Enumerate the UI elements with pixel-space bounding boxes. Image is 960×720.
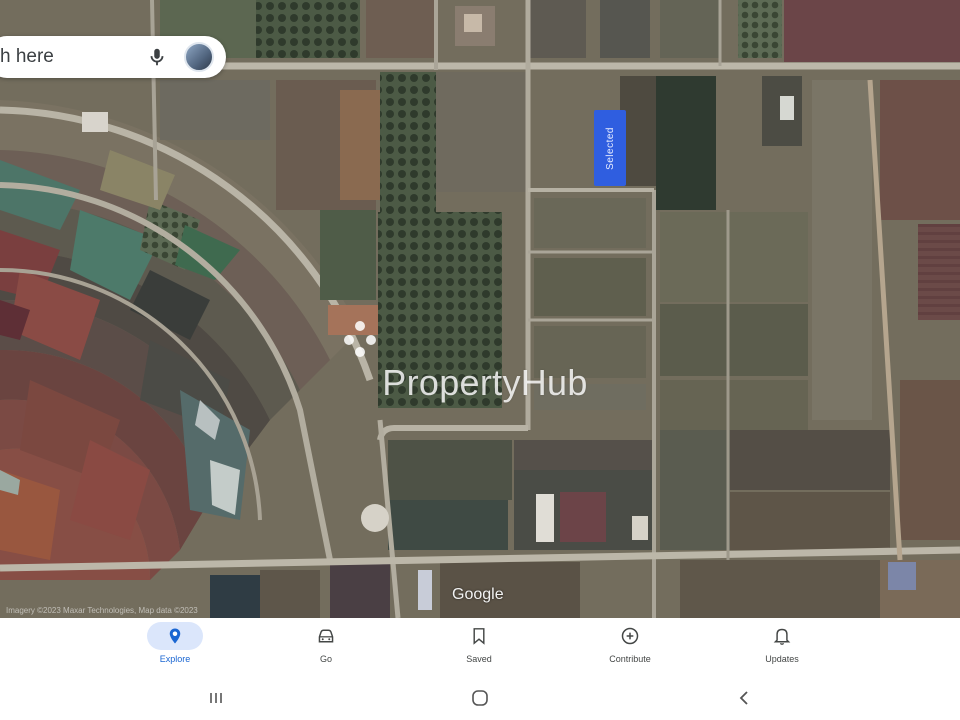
nav-label: Explore [159, 654, 191, 664]
marker-label: Selected [604, 126, 616, 170]
nav-contribute[interactable]: Contribute [570, 618, 690, 674]
search-bar[interactable]: h here [0, 36, 226, 78]
nav-label: Contribute [609, 654, 651, 664]
nav-explore[interactable]: Explore [115, 618, 235, 674]
nav-label: Updates [765, 654, 799, 664]
avatar[interactable] [184, 42, 214, 72]
google-logo: Google [452, 586, 504, 603]
bottom-navigation: Explore Go Saved Contribute Updates [0, 618, 960, 674]
nav-saved[interactable]: Saved [419, 618, 539, 674]
recents-button[interactable] [204, 686, 228, 710]
watermark-text: PropertyHub [382, 362, 588, 403]
back-icon [739, 691, 748, 705]
nav-label: Go [319, 654, 332, 664]
back-button[interactable] [732, 686, 756, 710]
nav-go[interactable]: Go [266, 618, 386, 674]
nav-label: Saved [466, 654, 492, 664]
search-input[interactable]: h here [0, 46, 146, 68]
satellite-map[interactable]: Selected PropertyHub Google Imagery ©202… [0, 0, 960, 618]
map-attribution[interactable]: Imagery ©2023 Maxar Technologies, Map da… [6, 606, 198, 615]
home-icon [472, 690, 488, 706]
location-pin-icon [169, 628, 181, 644]
recents-icon [210, 693, 222, 703]
home-button[interactable] [468, 686, 492, 710]
nav-explore-indicator [147, 622, 203, 650]
nav-updates[interactable]: Updates [722, 618, 842, 674]
add-circle-icon [621, 627, 639, 645]
satellite-imagery [0, 0, 960, 618]
bookmark-icon [473, 628, 485, 645]
bell-icon [773, 628, 791, 645]
system-navigation-bar [0, 674, 960, 720]
watermark-logo-icon [344, 321, 376, 357]
watermark: PropertyHub [340, 318, 630, 408]
car-icon [318, 629, 334, 643]
selected-place-marker[interactable]: Selected [594, 110, 626, 186]
mic-icon[interactable] [146, 46, 168, 68]
